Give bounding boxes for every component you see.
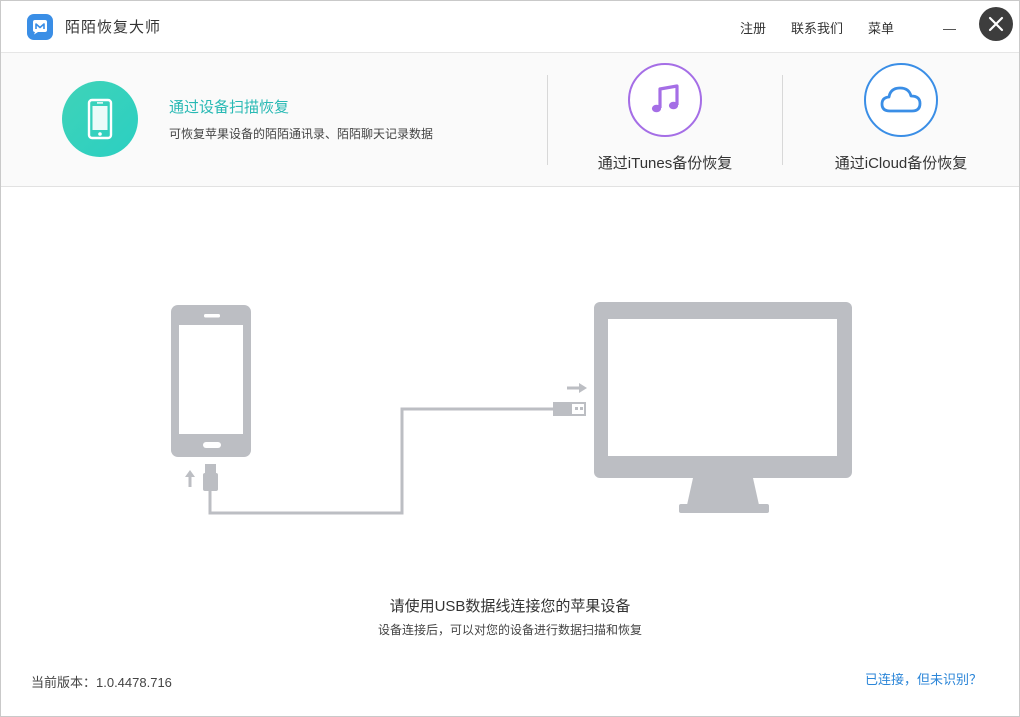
monitor-illustration [594,302,852,513]
usb-connection-illustration [171,302,852,515]
itunes-circle [628,63,702,137]
device-scan-title[interactable]: 通过设备扫描恢复 [169,96,289,117]
close-button[interactable] [979,7,1013,41]
icloud-backup-option[interactable]: 通过iCloud备份恢复 [799,63,999,183]
device-scan-description: 可恢复苹果设备的陌陌通讯录、陌陌聊天记录数据 [169,127,434,141]
device-scan-button[interactable] [62,81,138,157]
app-logo-icon [27,14,53,40]
connect-instruction-title: 请使用USB数据线连接您的苹果设备 [389,598,631,615]
close-icon [988,16,1004,32]
arrow-right-icon [567,383,587,393]
phone-icon [87,98,113,140]
cloud-icon [880,86,922,113]
minimize-button[interactable] [941,16,959,34]
icloud-backup-label: 通过iCloud备份恢复 [834,155,968,172]
contact-us-link[interactable]: 联系我们 [791,18,843,37]
connected-not-recognized-link[interactable]: 已连接，但未识别？ [865,669,982,688]
app-window: 陌陌恢复大师 注册 联系我们 菜单 通过设备扫描恢复 可恢复苹果设备的陌陌通讯录… [0,0,1020,717]
divider [782,75,783,165]
arrow-up-icon [185,470,195,487]
icloud-circle [864,63,938,137]
version-label: 当前版本：1.0.4478.716 [31,675,172,690]
phone-illustration [171,305,251,457]
lightning-plug-illustration [203,464,218,491]
menu-link[interactable]: 菜单 [868,18,894,37]
usb-plug-illustration [553,402,586,416]
register-link[interactable]: 注册 [740,18,766,37]
itunes-backup-label: 通过iTunes备份恢复 [597,155,733,172]
connect-instruction-subtitle: 设备连接后，可以对您的设备进行数据扫描和恢复 [377,623,642,637]
app-title: 陌陌恢复大师 [65,19,162,36]
itunes-backup-option[interactable]: 通过iTunes备份恢复 [563,63,763,183]
title-bar: 陌陌恢复大师 注册 联系我们 菜单 [1,1,1019,53]
music-note-icon [651,84,679,113]
recovery-mode-bar: 通过设备扫描恢复 可恢复苹果设备的陌陌通讯录、陌陌聊天记录数据 通过iTunes… [1,53,1019,187]
divider [547,75,548,165]
